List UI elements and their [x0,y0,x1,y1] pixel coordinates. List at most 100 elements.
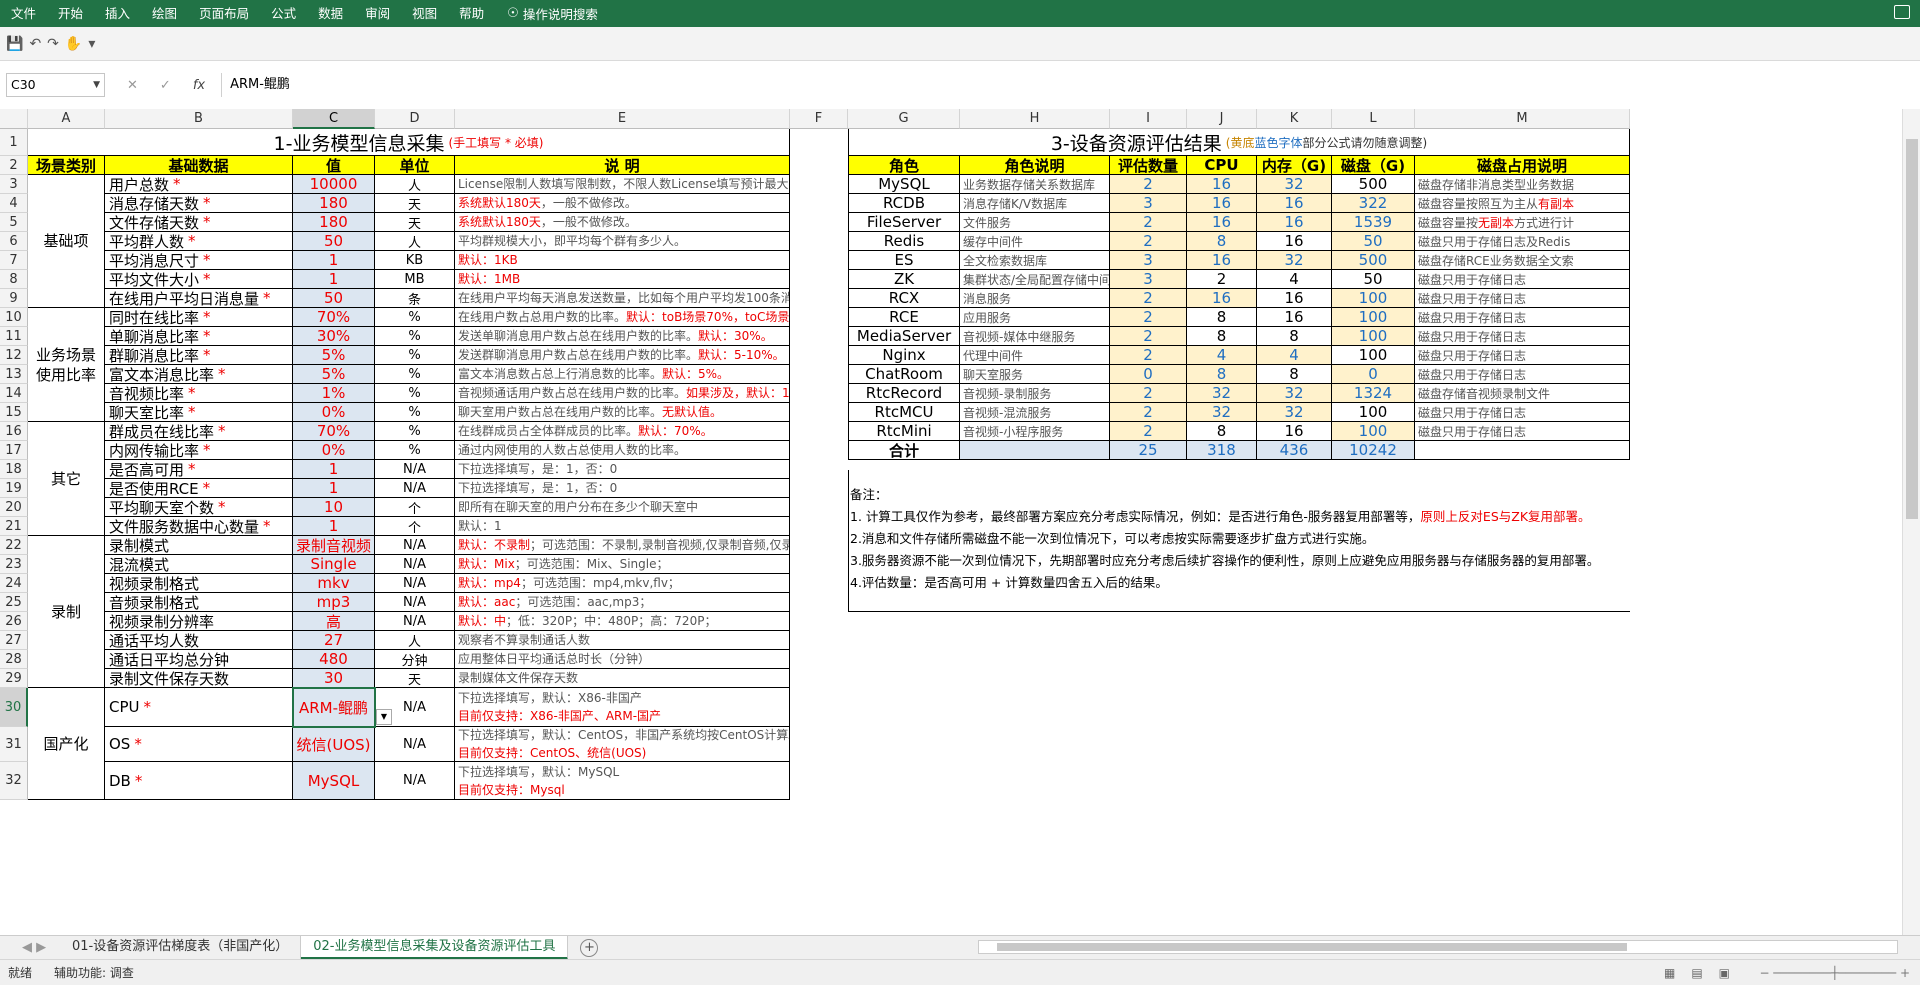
item-name[interactable]: 在线用户平均日消息量 * [105,289,293,308]
spreadsheet-grid[interactable]: A B C D E F G H I J K L M 1 2 3 4 5 6 7 8 9 10 11 12 13 14 15 16 17 18… [0,109,1902,935]
row-header-21[interactable]: 21 [0,517,28,536]
row-header-18[interactable]: 18 [0,460,28,479]
row-header-13[interactable]: 13 [0,365,28,384]
item-unit[interactable]: % [375,422,455,441]
role-description[interactable]: 集群状态/全局配置存储中间件 [960,270,1110,289]
item-name[interactable]: OS * [105,727,293,762]
item-name[interactable]: 混流模式 [105,555,293,574]
role-name[interactable]: Redis [848,232,960,251]
row-header-24[interactable]: 24 [0,574,28,593]
row-header-27[interactable]: 27 [0,631,28,650]
enter-icon[interactable]: ✓ [160,78,171,93]
item-name[interactable]: 平均群人数 * [105,232,293,251]
role-description[interactable]: 文件服务 [960,213,1110,232]
item-description[interactable]: 下拉选择填写，默认：CentOS，非国产系统均按CentOS计算。 目前仅支持：C… [455,727,790,762]
item-description[interactable]: 观察者不算录制通话人数 [455,631,790,650]
ribbon-tab[interactable]: 插入 [94,0,141,27]
row-header-30[interactable]: 30 [0,688,28,727]
item-description[interactable]: 系统默认180天，一般不做修改。 [455,213,790,232]
category-cell[interactable]: 其它 [28,422,105,536]
item-description[interactable]: 录制媒体文件保存天数 [455,669,790,688]
item-description[interactable]: 富文本消息数占总上行消息数的比率。默认：5%。 [455,365,790,384]
item-name[interactable]: 消息存储天数 * [105,194,293,213]
role-cpu[interactable]: 16 [1187,175,1257,194]
row-header-31[interactable]: 31 [0,727,28,762]
role-cpu[interactable]: 8 [1187,365,1257,384]
item-name[interactable]: 文件服务数据中心数量 * [105,517,293,536]
item-value[interactable]: 10000 [293,175,375,194]
row-header-26[interactable]: 26 [0,612,28,631]
role-count[interactable]: 2 [1110,346,1187,365]
role-cpu[interactable]: 8 [1187,308,1257,327]
role-memory[interactable]: 8 [1257,365,1332,384]
item-name[interactable]: 录制模式 [105,536,293,555]
item-unit[interactable]: 天 [375,669,455,688]
item-unit[interactable]: N/A [375,762,455,800]
item-value[interactable]: mkv [293,574,375,593]
row-header-10[interactable]: 10 [0,308,28,327]
role-disk[interactable]: 500 [1332,175,1415,194]
role-disk[interactable]: 500 [1332,251,1415,270]
role-count[interactable]: 3 [1110,251,1187,270]
role-memory[interactable]: 16 [1257,289,1332,308]
role-count[interactable]: 2 [1110,403,1187,422]
select-all-corner[interactable] [0,109,28,129]
role-disk[interactable]: 322 [1332,194,1415,213]
category-cell[interactable]: 国产化 [28,688,105,800]
item-unit[interactable]: 个 [375,517,455,536]
right-header[interactable]: 评估数量 [1110,156,1187,175]
role-disk[interactable]: 1539 [1332,213,1415,232]
role-disk[interactable]: 100 [1332,422,1415,441]
role-description[interactable]: 消息服务 [960,289,1110,308]
item-description[interactable]: 发送群聊消息用户数占总在线用户数的比率。默认：5-10%。 [455,346,790,365]
role-count[interactable]: 2 [1110,175,1187,194]
role-memory[interactable]: 32 [1257,175,1332,194]
item-name[interactable]: 单聊消息比率 * [105,327,293,346]
item-description[interactable]: License限制人数填写限制数，不限人数License填写预计最大注册数。 [455,175,790,194]
item-unit[interactable]: % [375,403,455,422]
normal-view-icon[interactable]: ▦ [1664,966,1675,980]
role-count[interactable]: 0 [1110,365,1187,384]
save-icon[interactable]: 💾 [6,36,23,52]
role-name[interactable]: MySQL [848,175,960,194]
role-cpu[interactable]: 2 [1187,270,1257,289]
ribbon-tab[interactable]: 绘图 [141,0,188,27]
item-name[interactable]: 平均文件大小 * [105,270,293,289]
role-memory[interactable]: 16 [1257,232,1332,251]
role-cpu[interactable]: 16 [1187,251,1257,270]
role-name[interactable]: FileServer [848,213,960,232]
item-value[interactable]: 30 [293,669,375,688]
item-unit[interactable]: 天 [375,194,455,213]
item-unit[interactable]: 人 [375,232,455,251]
role-disk[interactable]: 100 [1332,403,1415,422]
role-disk[interactable]: 100 [1332,308,1415,327]
role-name[interactable]: RCDB [848,194,960,213]
item-name[interactable]: 平均聊天室个数 * [105,498,293,517]
column-header-D[interactable]: D [375,109,455,129]
item-unit[interactable]: 天 [375,213,455,232]
right-header[interactable]: 角色 [848,156,960,175]
row-header-16[interactable]: 16 [0,422,28,441]
item-name[interactable]: 视频录制格式 [105,574,293,593]
ribbon-tab[interactable]: 页面布局 [188,0,260,27]
item-description[interactable]: 默认：1MB [455,270,790,289]
item-description[interactable]: 下拉选择填写，默认：MySQL 目前仅支持：Mysql [455,762,790,800]
row-header-23[interactable]: 23 [0,555,28,574]
item-value[interactable]: mp3 [293,593,375,612]
role-count[interactable]: 3 [1110,270,1187,289]
disk-usage-note[interactable]: 磁盘只用于存储日志 [1415,289,1630,308]
item-value[interactable]: 5% [293,365,375,384]
row-header-8[interactable]: 8 [0,270,28,289]
item-name[interactable]: 群聊消息比率 * [105,346,293,365]
role-name[interactable]: RtcMCU [848,403,960,422]
row-header-2[interactable]: 2 [0,156,28,175]
item-unit[interactable]: MB [375,270,455,289]
role-memory[interactable]: 16 [1257,422,1332,441]
item-value[interactable]: MySQL [293,762,375,800]
role-disk[interactable]: 50 [1332,270,1415,289]
disk-usage-note[interactable]: 磁盘存储非消息类型业务数据 [1415,175,1630,194]
item-unit[interactable]: % [375,308,455,327]
role-disk[interactable]: 100 [1332,289,1415,308]
column-header-B[interactable]: B [105,109,293,129]
item-unit[interactable]: KB [375,251,455,270]
